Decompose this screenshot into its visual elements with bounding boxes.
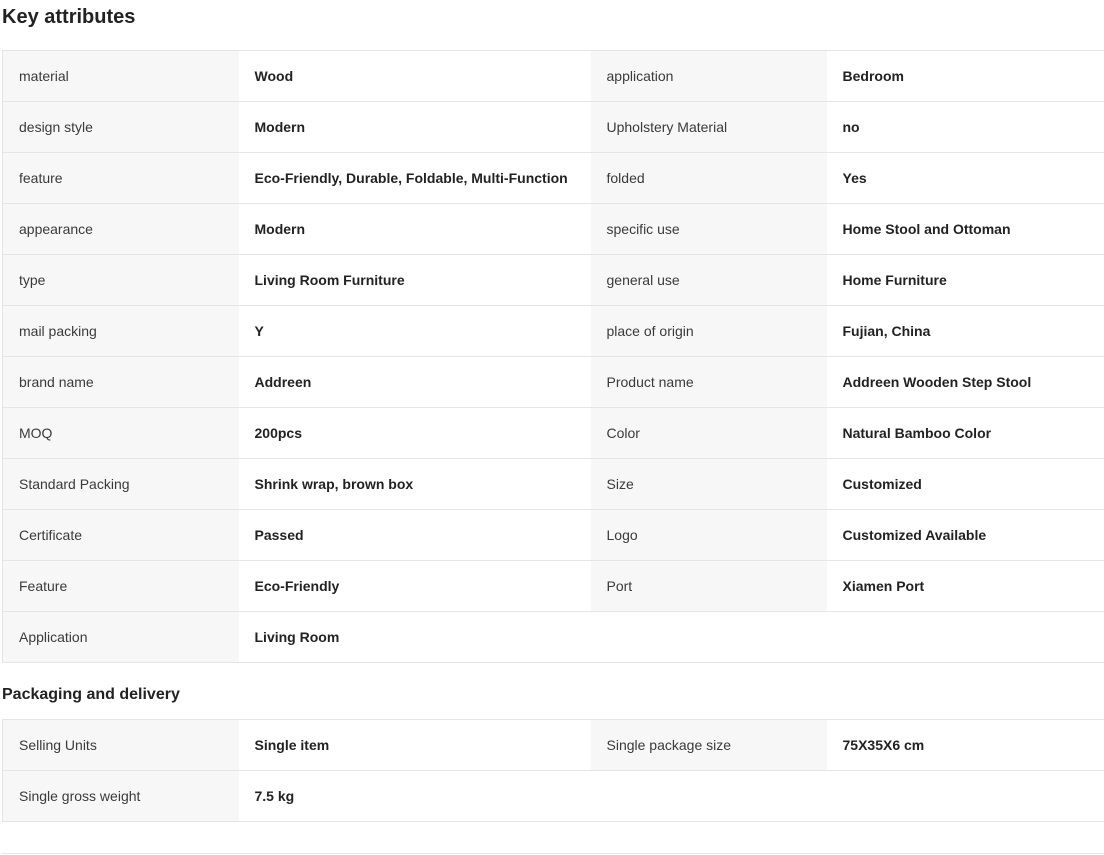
attribute-name: specific use — [590, 203, 827, 255]
attribute-name: Logo — [590, 509, 827, 561]
attribute-value: Eco-Friendly — [238, 560, 591, 612]
packaging-delivery-title: Packaging and delivery — [2, 686, 180, 703]
attribute-value: Addreen Wooden Step Stool — [826, 356, 1104, 408]
attribute-value: Single item — [238, 719, 591, 771]
attribute-name: general use — [590, 254, 827, 306]
attribute-row: type Living Room Furniture general use Home… — [2, 254, 1104, 306]
attribute-row: feature Eco-Friendly, Durable, Foldable, … — [2, 152, 1104, 204]
attribute-value: Living Room — [238, 611, 591, 663]
attribute-row: appearance Modern specific use Home Stool a… — [2, 203, 1104, 255]
attribute-value: Addreen — [238, 356, 591, 408]
attribute-name: Product name — [590, 356, 827, 408]
attribute-value: 7.5 kg — [238, 770, 591, 822]
attribute-value: Living Room Furniture — [238, 254, 591, 306]
attribute-value: Home Stool and Ottoman — [826, 203, 1104, 255]
attribute-value: Bedroom — [826, 50, 1104, 102]
attribute-row: material Wood application Bedroom — [2, 50, 1104, 102]
empty-cell — [826, 611, 1104, 663]
attribute-row: Standard Packing Shrink wrap, brown box Si… — [2, 458, 1104, 510]
attribute-value: 75X35X6 cm — [826, 719, 1104, 771]
attribute-value: Fujian, China — [826, 305, 1104, 357]
attribute-value: Passed — [238, 509, 591, 561]
attribute-name: folded — [590, 152, 827, 204]
attribute-name: Feature — [2, 560, 239, 612]
empty-cell — [590, 611, 827, 663]
attribute-value: Modern — [238, 203, 591, 255]
attribute-name: Upholstery Material — [590, 101, 827, 153]
attribute-value: Yes — [826, 152, 1104, 204]
key-attributes-table: material Wood application Bedroom design sty… — [2, 50, 1104, 663]
attribute-value: 200pcs — [238, 407, 591, 459]
attribute-name: appearance — [2, 203, 239, 255]
empty-cell — [826, 770, 1104, 822]
empty-cell — [590, 770, 827, 822]
attribute-value: Modern — [238, 101, 591, 153]
attribute-name: place of origin — [590, 305, 827, 357]
attribute-name: Standard Packing — [2, 458, 239, 510]
attribute-value: Shrink wrap, brown box — [238, 458, 591, 510]
attribute-row: Certificate Passed Logo Customized Availabl… — [2, 509, 1104, 561]
attribute-name: Single package size — [590, 719, 827, 771]
attribute-row: Single gross weight 7.5 kg — [2, 770, 1104, 822]
attribute-name: application — [590, 50, 827, 102]
attribute-row: MOQ 200pcs Color Natural Bamboo Color — [2, 407, 1104, 459]
attribute-name: Size — [590, 458, 827, 510]
attribute-name: feature — [2, 152, 239, 204]
attribute-name: Application — [2, 611, 239, 663]
key-attributes-title: Key attributes — [2, 6, 136, 28]
attribute-value: Y — [238, 305, 591, 357]
attribute-name: Color — [590, 407, 827, 459]
packaging-delivery-table: Selling Units Single item Single package s… — [2, 719, 1104, 822]
attribute-row: mail packing Yplace of origin Fujian, Chin… — [2, 305, 1104, 357]
attribute-row: Selling Units Single item Single package s… — [2, 719, 1104, 771]
attribute-value: no — [826, 101, 1104, 153]
attribute-name: Single gross weight — [2, 770, 239, 822]
attribute-row: brand name Addreen Product name Addreen Woo… — [2, 356, 1104, 408]
attribute-value: Customized — [826, 458, 1104, 510]
attribute-name: Port — [590, 560, 827, 612]
attribute-value: Natural Bamboo Color — [826, 407, 1104, 459]
attribute-name: mail packing — [2, 305, 239, 357]
attribute-name: Selling Units — [2, 719, 239, 771]
attribute-name: brand name — [2, 356, 239, 408]
attribute-name: material — [2, 50, 239, 102]
attribute-value: Xiamen Port — [826, 560, 1104, 612]
bottom-divider — [2, 853, 1104, 854]
attribute-name: design style — [2, 101, 239, 153]
attribute-row: Application Living Room — [2, 611, 1104, 663]
attribute-value: Home Furniture — [826, 254, 1104, 306]
attribute-row: design style Modern Upholstery Material no — [2, 101, 1104, 153]
attribute-name: MOQ — [2, 407, 239, 459]
attribute-value: Customized Available — [826, 509, 1104, 561]
attribute-row: Feature Eco-Friendly Port Xiamen Port — [2, 560, 1104, 612]
attribute-name: type — [2, 254, 239, 306]
attribute-value: Wood — [238, 50, 591, 102]
attribute-value: Eco-Friendly, Durable, Foldable, Multi-F… — [238, 152, 591, 204]
attribute-name: Certificate — [2, 509, 239, 561]
